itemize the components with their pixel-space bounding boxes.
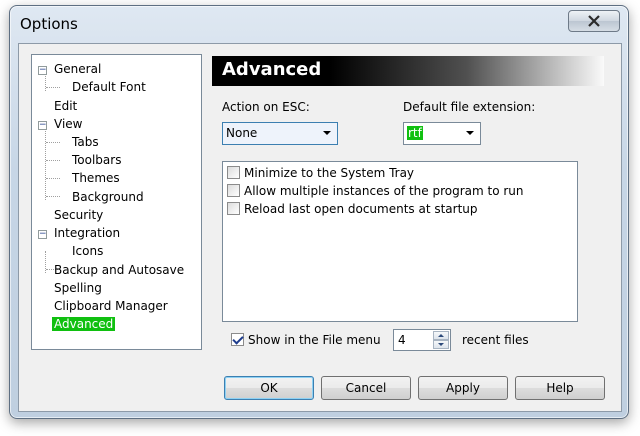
options-checklist: Minimize to the System Tray Allow multip… [222, 161, 578, 322]
option-reload-last-documents[interactable]: Reload last open documents at startup [227, 200, 478, 218]
category-tree[interactable]: − General Default Font Edit − View Tabs … [31, 54, 202, 350]
default-extension-select[interactable]: rtf [403, 122, 481, 145]
tree-item-backup-and-autosave[interactable]: Backup and Autosave [52, 261, 186, 279]
help-button[interactable]: Help [515, 376, 605, 400]
tree-item-advanced[interactable]: Advanced [52, 315, 116, 333]
tree-item-tabs[interactable]: Tabs [70, 133, 101, 151]
default-extension-label: Default file extension: [403, 100, 536, 114]
dialog-client-area: − General Default Font Edit − View Tabs … [18, 43, 622, 412]
collapse-general-icon[interactable]: − [38, 66, 47, 75]
default-extension-value: rtf [407, 126, 423, 140]
recent-files-count-stepper[interactable]: 4 [393, 329, 451, 351]
checkbox[interactable] [227, 202, 240, 215]
option-allow-multiple-instances[interactable]: Allow multiple instances of the program … [227, 182, 524, 200]
checkbox[interactable] [227, 184, 240, 197]
recent-files-count-value: 4 [398, 333, 406, 347]
collapse-integration-icon[interactable]: − [38, 230, 47, 239]
tree-item-spelling[interactable]: Spelling [52, 279, 104, 297]
tree-item-general[interactable]: General [52, 60, 103, 78]
tree-item-security[interactable]: Security [52, 206, 105, 224]
chevron-down-icon [466, 131, 474, 135]
tree-item-themes[interactable]: Themes [70, 169, 122, 187]
option-minimize-to-tray[interactable]: Minimize to the System Tray [227, 164, 414, 182]
action-on-esc-value: None [226, 126, 258, 140]
collapse-view-icon[interactable]: − [38, 121, 47, 130]
tree-item-default-font[interactable]: Default Font [70, 78, 148, 96]
tree-item-clipboard-manager[interactable]: Clipboard Manager [52, 297, 170, 315]
action-on-esc-select[interactable]: None [222, 122, 338, 145]
chevron-down-icon [323, 131, 331, 135]
show-in-file-menu-checkbox[interactable] [231, 333, 244, 346]
spin-up-icon[interactable] [433, 331, 449, 340]
tree-item-toolbars[interactable]: Toolbars [70, 151, 123, 169]
section-header: Advanced [212, 56, 604, 86]
options-window: Options − General Default Font Edit − Vi… [9, 5, 629, 419]
close-icon [588, 15, 600, 27]
tree-item-view[interactable]: View [52, 115, 84, 133]
action-on-esc-label: Action on ESC: [222, 100, 310, 114]
close-button[interactable] [568, 10, 620, 32]
ok-button[interactable]: OK [224, 376, 314, 400]
tree-item-edit[interactable]: Edit [52, 97, 79, 115]
checkbox[interactable] [227, 166, 240, 179]
tree-item-integration[interactable]: Integration [52, 224, 122, 242]
apply-button[interactable]: Apply [418, 376, 508, 400]
window-title: Options [20, 15, 78, 33]
tree-item-icons[interactable]: Icons [70, 242, 105, 260]
tree-item-background[interactable]: Background [70, 188, 146, 206]
cancel-button[interactable]: Cancel [321, 376, 411, 400]
section-title: Advanced [222, 59, 322, 80]
recent-files-label: recent files [462, 333, 529, 347]
show-in-file-menu-option[interactable]: Show in the File menu [231, 331, 381, 349]
spin-down-icon[interactable] [433, 340, 449, 349]
